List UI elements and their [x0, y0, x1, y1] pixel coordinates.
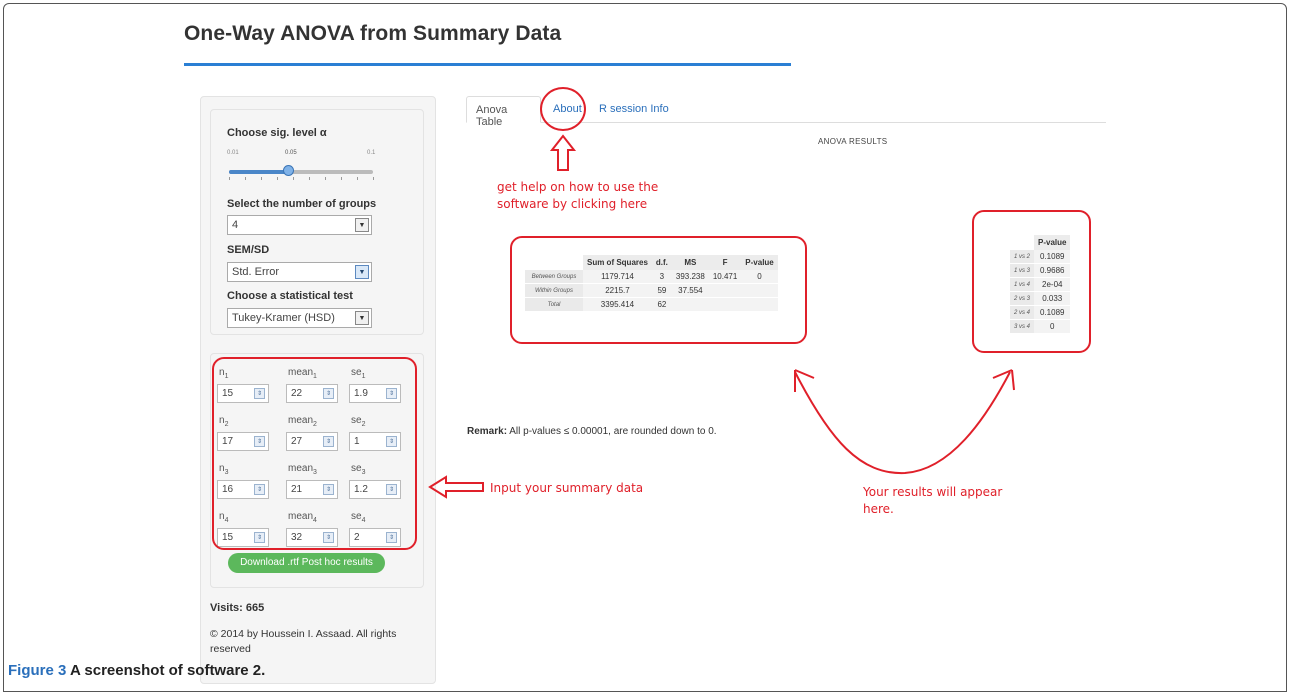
figure-caption: Figure 3 A screenshot of software 2. [8, 662, 265, 679]
results-annotation: Your results will appear here. [863, 485, 1003, 516]
up-arrow-icon [549, 134, 577, 171]
help-annotation: get help on how to use the software by c… [497, 180, 659, 211]
curved-arrow [794, 371, 1011, 475]
annotation-arrows [428, 134, 1015, 499]
caption-text: A screenshot of software 2. [66, 662, 266, 679]
arrowhead-right-icon [992, 369, 1015, 391]
left-arrow-icon [428, 475, 484, 499]
figure-number: Figure 3 [8, 662, 67, 679]
input-annotation: Input your summary data [490, 481, 644, 495]
